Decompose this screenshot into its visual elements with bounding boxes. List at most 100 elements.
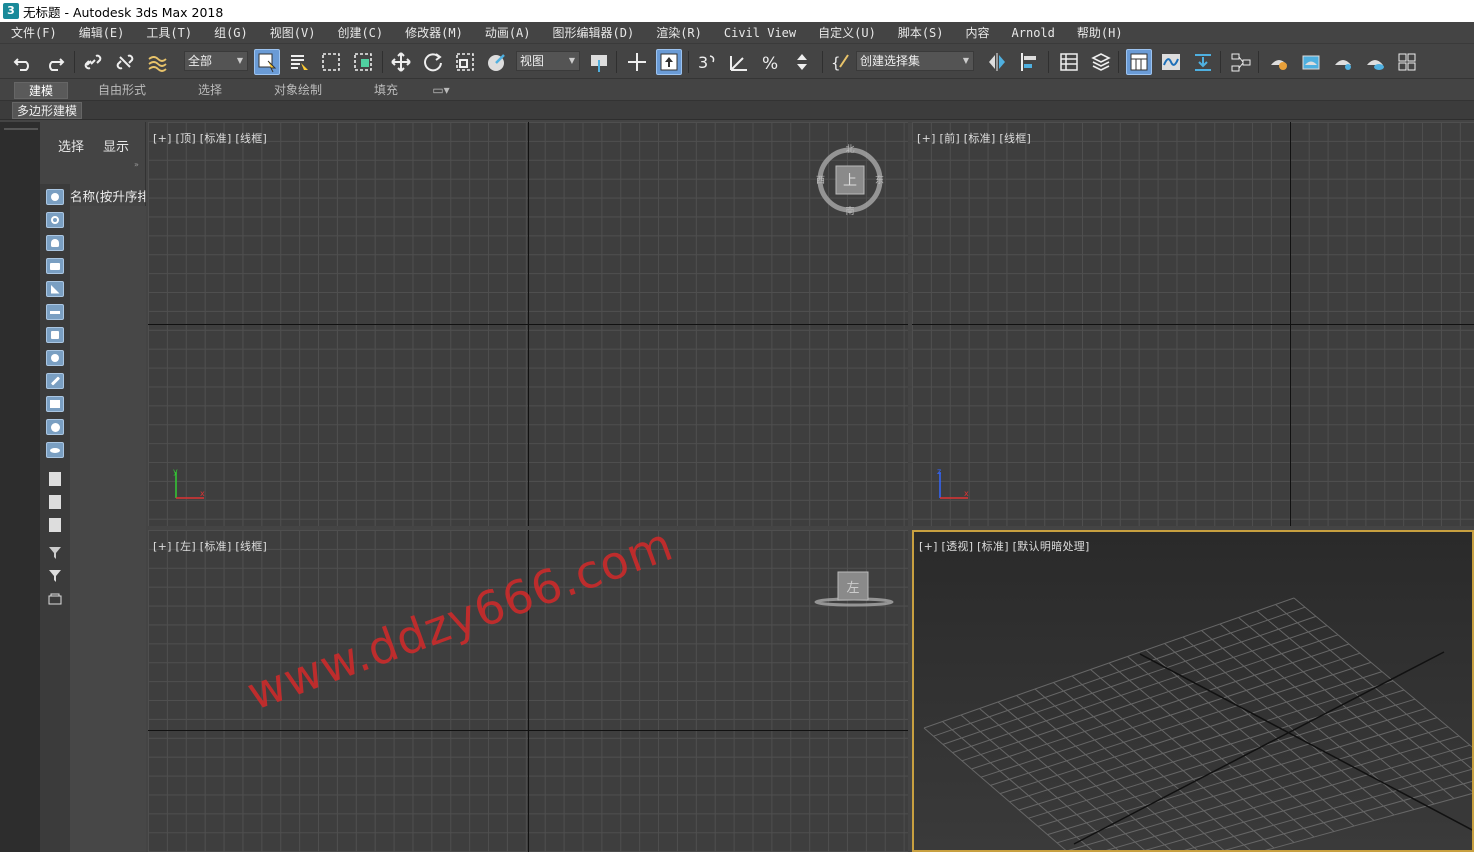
compass-west-label[interactable]: 西 — [816, 175, 825, 186]
menu-item-6[interactable]: 修改器(M) — [394, 24, 474, 41]
explorer-tab-select[interactable]: 选择 — [58, 136, 84, 155]
selection-filter-value: 全部 — [188, 54, 213, 68]
redo-button[interactable] — [42, 49, 68, 75]
display-bones-button[interactable] — [45, 372, 65, 390]
keyboard-shortcut-override-button[interactable] — [656, 49, 682, 75]
rendered-frame-window-button[interactable] — [1298, 49, 1324, 75]
scene-explorer: 选择 显示 » 名称(按升序排 — [40, 122, 146, 852]
viewcube-top[interactable]: 上 北 南 东 西 — [814, 144, 886, 216]
render-shortcuts-button[interactable] — [1394, 49, 1420, 75]
sort-button[interactable] — [45, 590, 65, 608]
menu-item-1[interactable]: 编辑(E) — [68, 24, 136, 41]
viewcube-left[interactable]: 左 — [812, 566, 896, 610]
tab-freeform[interactable]: 自由形式 — [92, 82, 152, 99]
polygon-modeling-panel[interactable]: 多边形建模 — [12, 102, 83, 119]
window-crossing-button[interactable] — [350, 49, 376, 75]
explorer-object-list[interactable] — [70, 206, 146, 852]
tab-selection[interactable]: 选择 — [190, 82, 230, 99]
display-cameras-button[interactable] — [45, 257, 65, 275]
tab-modeling[interactable]: 建模 — [14, 82, 68, 99]
menu-item-8[interactable]: 图形编辑器(D) — [542, 24, 646, 41]
menu-item-9[interactable]: 渲染(R) — [645, 24, 713, 41]
select-and-link-button[interactable] — [80, 49, 106, 75]
compass-south-label[interactable]: 南 — [845, 205, 854, 216]
menu-item-11[interactable]: 自定义(U) — [807, 24, 887, 41]
dope-sheet-button[interactable] — [1190, 49, 1216, 75]
menu-item-7[interactable]: 动画(A) — [474, 24, 542, 41]
display-groups-button[interactable] — [45, 326, 65, 344]
menu-item-10[interactable]: Civil View — [713, 26, 807, 40]
display-hidden-button[interactable] — [45, 441, 65, 459]
filter-selection-button[interactable] — [45, 544, 65, 562]
spinner-snap-button[interactable] — [790, 49, 816, 75]
display-containers-button[interactable] — [45, 395, 65, 413]
menu-item-12[interactable]: 脚本(S) — [887, 24, 955, 41]
invert-display-button[interactable] — [45, 516, 65, 534]
viewport-label-front[interactable]: [+] [前] [标准] [线框] — [917, 130, 1031, 146]
viewport-top[interactable]: [+] [顶] [标准] [线框] yx 上 北 南 东 西 — [148, 122, 908, 526]
reference-coordinate-dropdown[interactable]: 视图 ▼ — [516, 51, 580, 71]
menu-item-5[interactable]: 创建(C) — [326, 24, 394, 41]
render-in-cloud-button[interactable] — [1362, 49, 1388, 75]
display-geometry-button[interactable] — [45, 188, 65, 206]
tab-object-paint[interactable]: 对象绘制 — [268, 82, 328, 99]
display-all-button[interactable] — [45, 470, 65, 488]
display-helpers-button[interactable] — [45, 280, 65, 298]
explorer-tab-display[interactable]: 显示 — [103, 136, 129, 155]
toggle-scene-explorer-button[interactable] — [1056, 49, 1082, 75]
select-and-move-button[interactable] — [388, 49, 414, 75]
expand-chevron-icon[interactable]: » — [134, 160, 139, 169]
viewport-perspective[interactable]: [+] [透视] [标准] [默认明暗处理] — [912, 530, 1474, 852]
menu-item-3[interactable]: 组(G) — [203, 24, 259, 41]
viewport-label-left[interactable]: [+] [左] [标准] [线框] — [153, 538, 267, 554]
tab-populate[interactable]: 填充 — [366, 82, 406, 99]
select-object-button[interactable] — [254, 49, 280, 75]
shapes-icon — [46, 212, 64, 228]
percent-snap-button[interactable]: % — [758, 49, 784, 75]
curve-editor-button[interactable] — [1158, 49, 1184, 75]
viewport-front[interactable]: [+] [前] [标准] [线框] zx — [912, 122, 1474, 526]
select-by-name-button[interactable] — [286, 49, 312, 75]
display-particles-button[interactable] — [45, 418, 65, 436]
toggle-layer-explorer-button[interactable] — [1088, 49, 1114, 75]
select-and-rotate-button[interactable] — [420, 49, 446, 75]
name-column-header[interactable]: 名称(按升序排 — [70, 186, 146, 206]
angle-snap-button[interactable] — [726, 49, 752, 75]
render-setup-button[interactable] — [1266, 49, 1292, 75]
display-space-warps-button[interactable] — [45, 303, 65, 321]
schematic-view-button[interactable] — [1228, 49, 1254, 75]
menu-item-14[interactable]: Arnold — [1001, 26, 1066, 40]
display-shapes-button[interactable] — [45, 211, 65, 229]
align-button[interactable] — [1016, 49, 1042, 75]
edit-named-selection-button[interactable]: { — [828, 49, 854, 75]
select-and-place-button[interactable] — [484, 49, 510, 75]
menu-item-0[interactable]: 文件(F) — [0, 24, 68, 41]
display-none-button[interactable] — [45, 493, 65, 511]
bind-to-space-warp-button[interactable] — [144, 49, 170, 75]
mirror-button[interactable] — [984, 49, 1010, 75]
menu-item-4[interactable]: 视图(V) — [259, 24, 327, 41]
menu-item-2[interactable]: 工具(T) — [135, 24, 203, 41]
filter-button[interactable] — [45, 567, 65, 585]
unlink-selection-button[interactable] — [112, 49, 138, 75]
menu-item-15[interactable]: 帮助(H) — [1066, 24, 1134, 41]
menu-item-13[interactable]: 内容 — [955, 24, 1001, 41]
named-selection-dropdown[interactable]: 创建选择集 ▼ — [856, 51, 974, 71]
ribbon-options-button[interactable]: ▭▾ — [426, 82, 456, 99]
display-xrefs-button[interactable] — [45, 349, 65, 367]
selection-filter-dropdown[interactable]: 全部 ▼ — [184, 51, 248, 71]
display-lights-button[interactable] — [45, 234, 65, 252]
select-and-scale-button[interactable] — [452, 49, 478, 75]
toggle-ribbon-button[interactable] — [1126, 49, 1152, 75]
3dsmax-app-icon[interactable]: 3 — [3, 3, 19, 19]
select-and-manipulate-button[interactable] — [624, 49, 650, 75]
compass-east-label[interactable]: 东 — [875, 174, 884, 186]
viewport-label-top[interactable]: [+] [顶] [标准] [线框] — [153, 130, 267, 146]
render-production-button[interactable] — [1330, 49, 1356, 75]
compass-north-label[interactable]: 北 — [845, 144, 854, 155]
use-pivot-center-button[interactable] — [586, 49, 612, 75]
snaps-toggle-button[interactable]: 3 — [694, 49, 720, 75]
undo-button[interactable] — [10, 49, 36, 75]
rectangular-selection-button[interactable] — [318, 49, 344, 75]
strip-grip[interactable] — [4, 128, 38, 130]
